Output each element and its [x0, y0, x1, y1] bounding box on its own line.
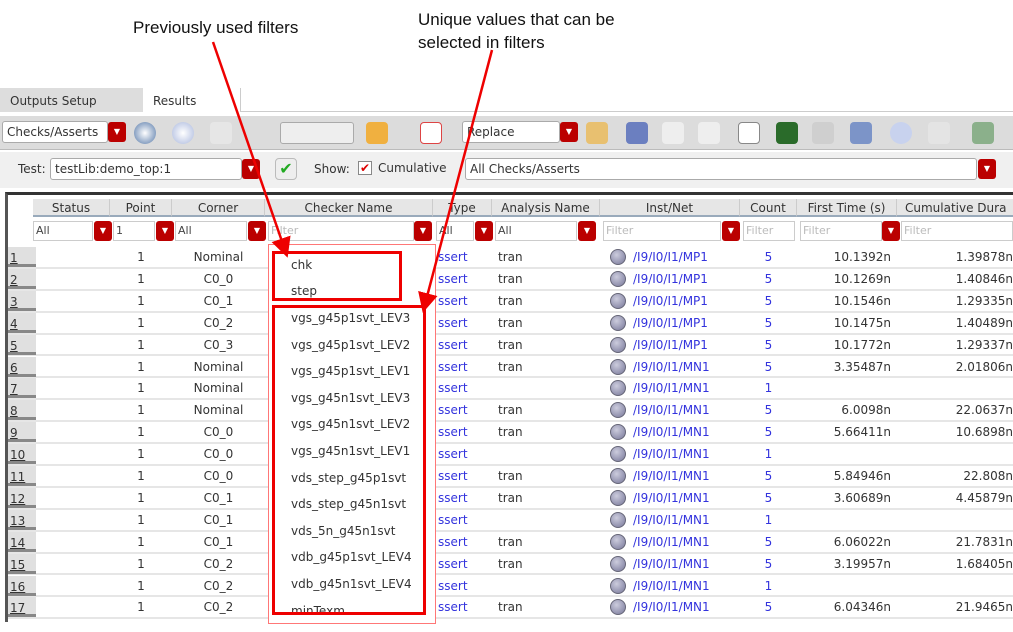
annotation-arrows — [211, 41, 494, 313]
arrow-unique-values — [418, 49, 494, 313]
arrow-previous-filters — [211, 41, 291, 258]
